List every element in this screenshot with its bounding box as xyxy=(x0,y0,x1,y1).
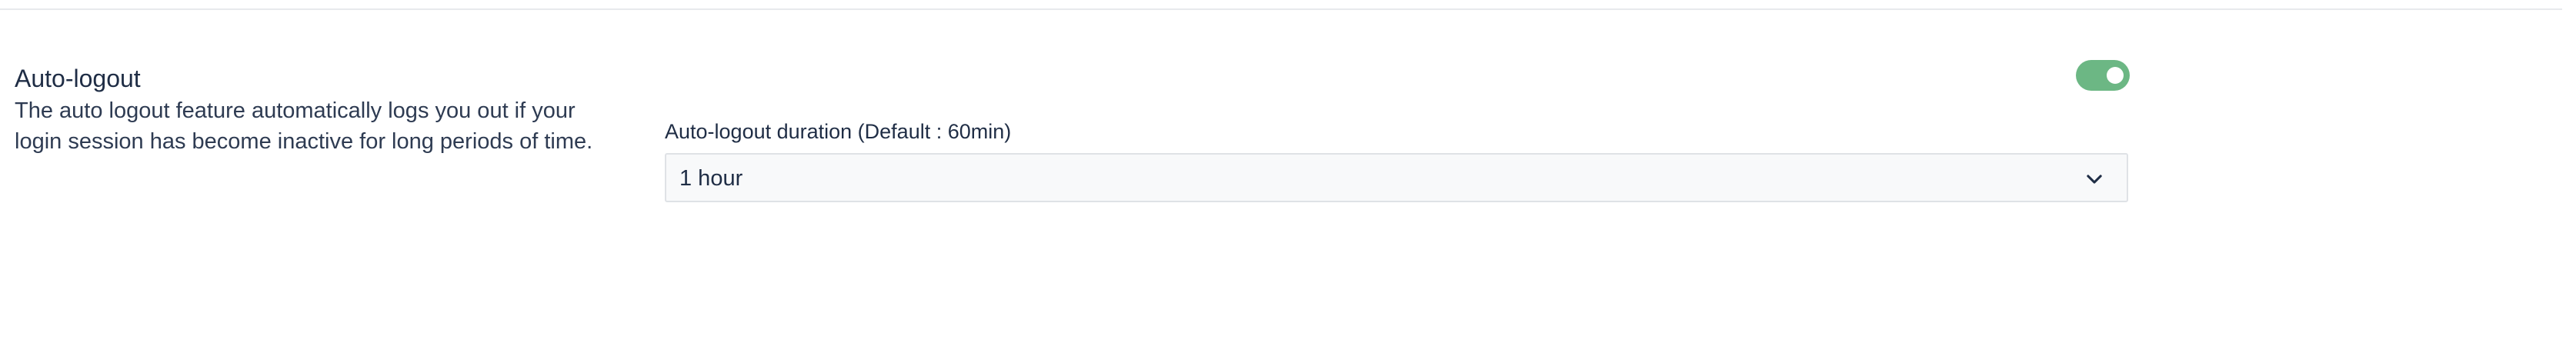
setting-description: The auto logout feature automatically lo… xyxy=(15,95,622,157)
setting-description-line: The auto logout feature automatically lo… xyxy=(15,98,576,123)
duration-selected-value: 1 hour xyxy=(679,166,743,191)
duration-label: Auto-logout duration (Default : 60min) xyxy=(665,120,1012,143)
chevron-down-icon xyxy=(2087,175,2102,184)
toggle-knob xyxy=(2107,67,2124,84)
duration-select[interactable]: 1 hour xyxy=(665,153,2128,202)
auto-logout-toggle[interactable] xyxy=(2076,60,2130,91)
setting-title: Auto-logout xyxy=(15,65,141,92)
auto-logout-setting: Auto-logout The auto logout feature auto… xyxy=(0,0,2576,343)
setting-info: Auto-logout The auto logout feature auto… xyxy=(15,62,622,157)
setting-description-line: login session has become inactive for lo… xyxy=(15,129,593,154)
